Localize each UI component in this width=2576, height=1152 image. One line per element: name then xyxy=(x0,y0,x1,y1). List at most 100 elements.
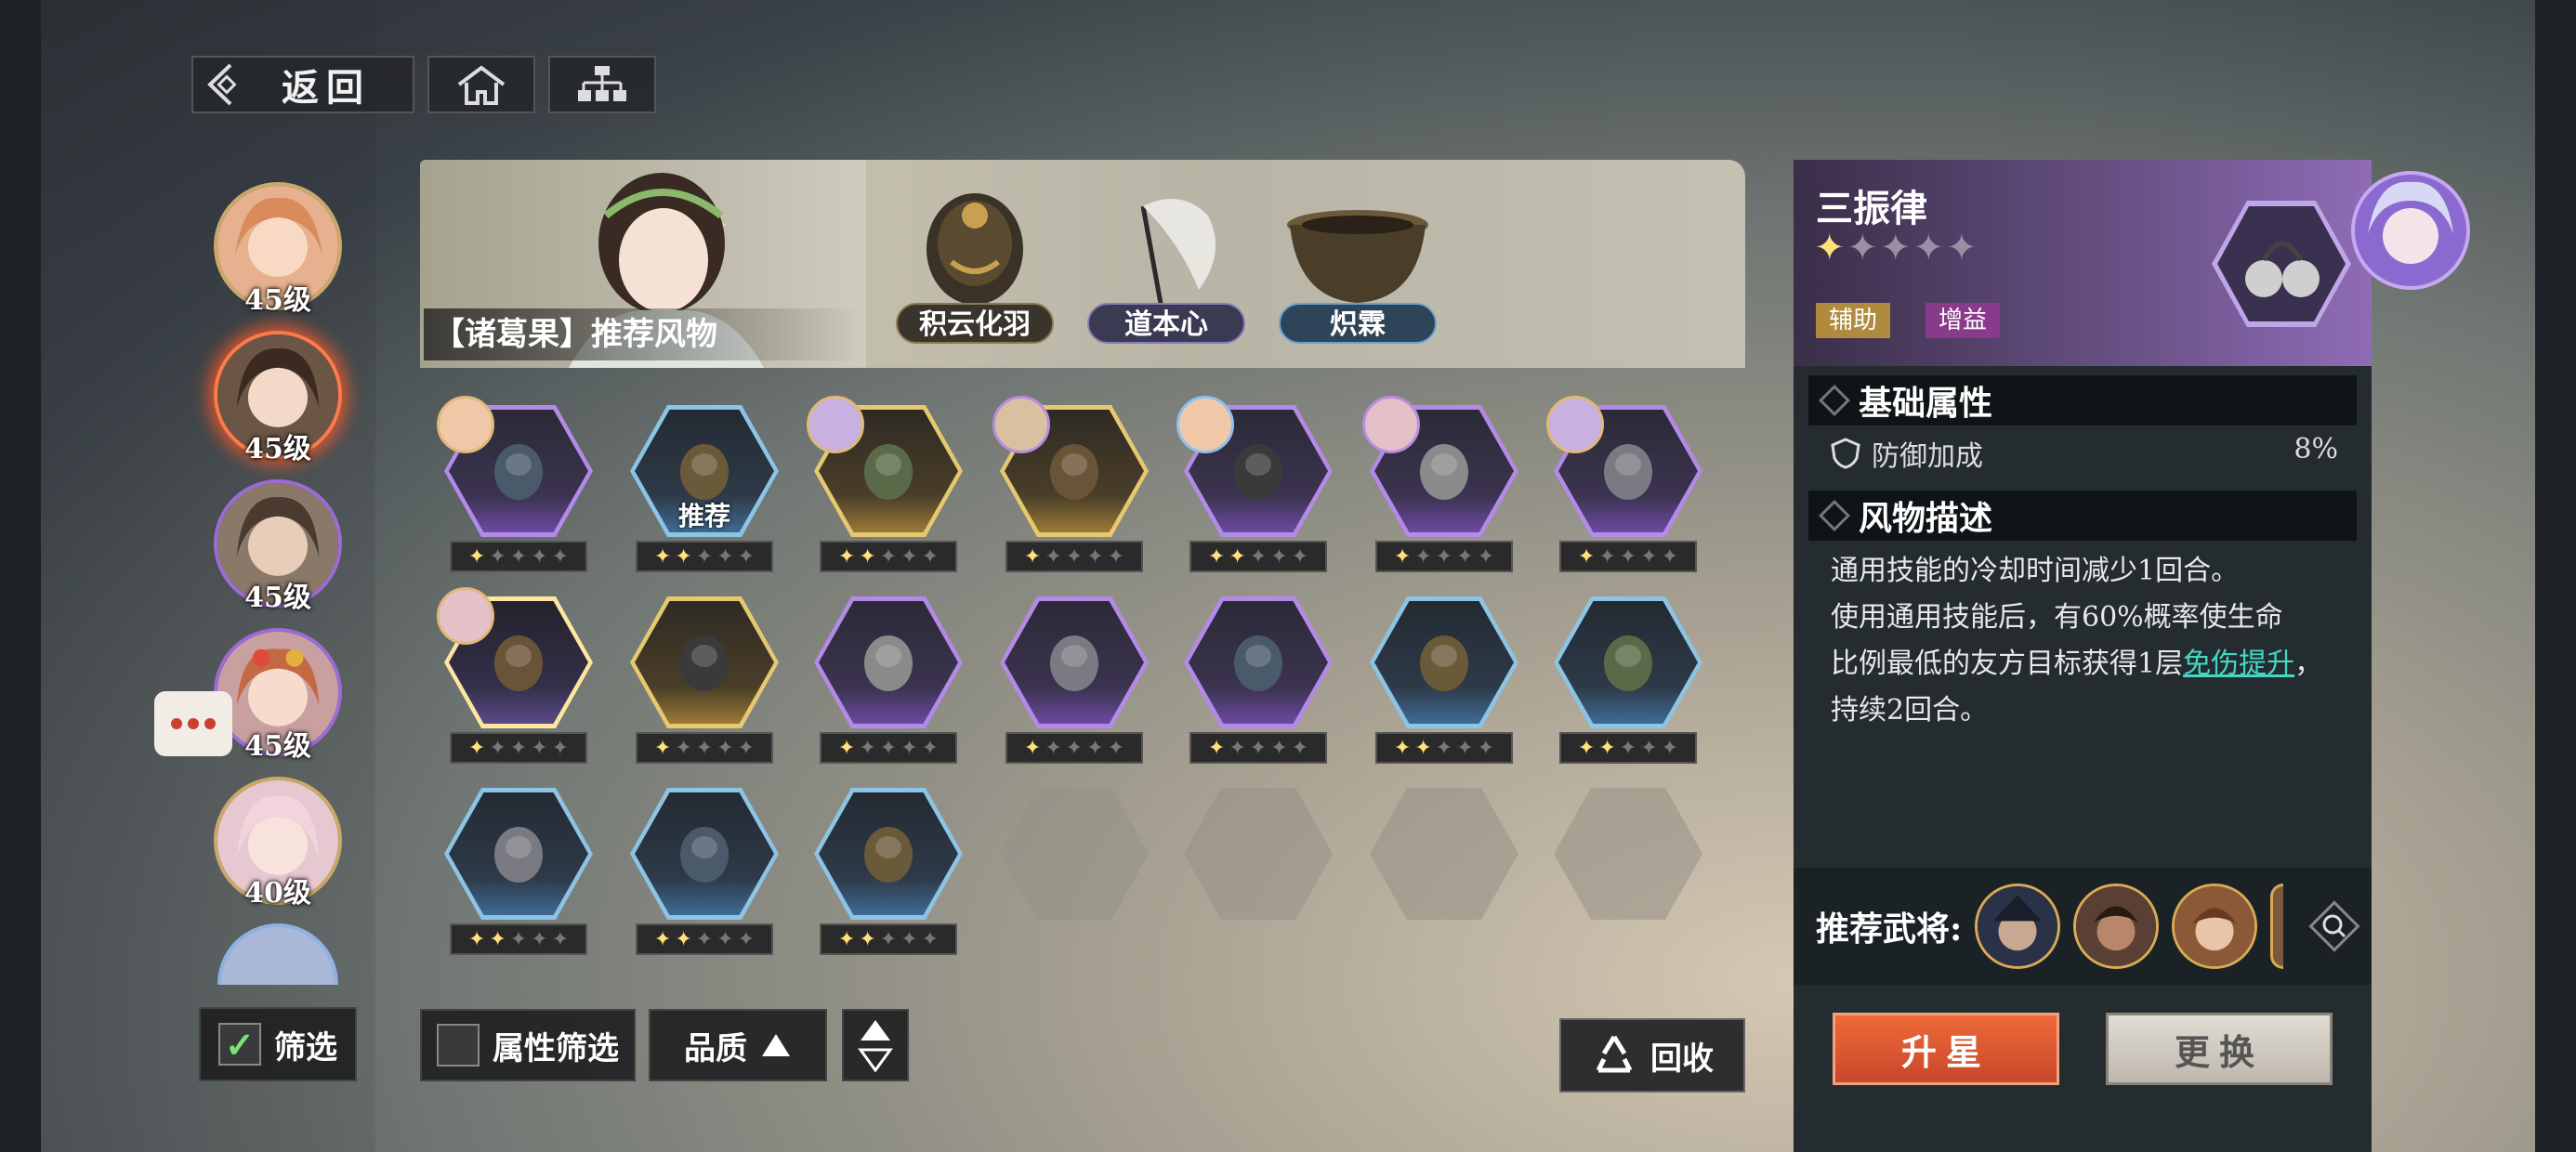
back-button[interactable]: 返回 xyxy=(191,56,414,113)
triangle-up-icon xyxy=(762,1034,790,1056)
desc-title: 风物描述 xyxy=(1859,499,1993,538)
desc-header: 风物描述 xyxy=(1808,491,2357,541)
relic-slot[interactable] xyxy=(630,788,779,920)
hierarchy-button[interactable] xyxy=(548,56,656,113)
relic-slot[interactable] xyxy=(630,596,779,728)
relic-slot[interactable] xyxy=(437,587,593,728)
relic-owner-avatar[interactable] xyxy=(2349,169,2472,292)
banner-item-1-name: 积云化羽 xyxy=(896,303,1054,344)
empty-relic-slot xyxy=(1184,788,1333,920)
relic-slot[interactable]: 推荐 xyxy=(630,405,779,537)
relic-star-rating: ✦ ✦ ✦ ✦ ✦ xyxy=(1005,541,1143,572)
detail-panel: 三振律 ✦✦✦✦✦ 辅助 增益 基础属性 防御加成 8% 风物描述 通用技能的冷… xyxy=(1794,160,2372,1152)
diamond-icon xyxy=(1819,385,1850,416)
general-level-2: 45级 xyxy=(244,433,311,465)
attribute-filter-checkbox[interactable] xyxy=(437,1024,480,1067)
detail-header: 三振律 ✦✦✦✦✦ 辅助 增益 xyxy=(1794,160,2372,366)
tag-buff: 增益 xyxy=(1925,303,2001,338)
home-button[interactable] xyxy=(427,56,535,113)
relic-item-icon xyxy=(1604,635,1652,691)
general-level-1: 45级 xyxy=(244,284,311,317)
relic-slot[interactable] xyxy=(1184,596,1333,728)
relic-star-rating: ✦ ✦ ✦ ✦ ✦ xyxy=(1189,732,1327,764)
relic-item-icon xyxy=(1420,635,1468,691)
equipped-general-badge xyxy=(807,396,864,453)
relic-hex-icon xyxy=(2212,201,2351,327)
relic-item-icon xyxy=(864,635,913,691)
relic-stars: ✦✦✦✦✦ xyxy=(1814,227,1979,269)
relic-slot[interactable] xyxy=(437,396,593,537)
filter-checkbox[interactable]: ✓ xyxy=(218,1023,261,1066)
relic-description: 通用技能的冷却时间减少1回合。 使用通用技能后，有60%概率使生命 比例最低的友… xyxy=(1831,548,2333,734)
recycle-button[interactable]: 回收 xyxy=(1559,1018,1745,1093)
equipped-general-badge xyxy=(437,396,494,453)
filter-label: 筛选 xyxy=(274,1028,337,1067)
attribute-filter-button[interactable]: 属性筛选 xyxy=(420,1009,636,1081)
banner-item-2[interactable]: 道本心 xyxy=(1078,178,1255,364)
relic-item-icon xyxy=(1604,444,1652,500)
empty-relic-slot xyxy=(1554,788,1702,920)
recycle-icon xyxy=(1596,1035,1633,1073)
banner-item-3-name: 炽霖 xyxy=(1279,303,1437,344)
general-level-5: 40级 xyxy=(244,877,311,910)
tag-support: 辅助 xyxy=(1816,303,1891,338)
back-label: 返回 xyxy=(282,66,371,110)
banner-item-3[interactable]: 炽霖 xyxy=(1269,178,1446,364)
upgrade-star-button[interactable]: 升星 xyxy=(1833,1013,2059,1085)
equipped-general-badge xyxy=(437,587,494,645)
sort-order-button[interactable] xyxy=(842,1009,909,1081)
relic-item-icon xyxy=(1050,635,1098,691)
shield-icon xyxy=(1831,438,1860,469)
relic-item-icon xyxy=(494,444,543,500)
relic-item-icon xyxy=(1234,444,1282,500)
rec-general-2[interactable] xyxy=(2073,884,2160,969)
replace-button[interactable]: 更换 xyxy=(2106,1013,2333,1085)
equipped-general-badge xyxy=(1176,396,1234,453)
relic-slot[interactable] xyxy=(814,788,963,920)
relic-name: 三振律 xyxy=(1816,187,1927,230)
quality-sort-button[interactable]: 品质 xyxy=(649,1009,827,1081)
relic-slot[interactable] xyxy=(1176,396,1333,537)
relic-item-icon xyxy=(494,827,543,883)
equipped-general-badge xyxy=(1546,396,1604,453)
filter-button[interactable]: ✓ 筛选 xyxy=(199,1007,357,1081)
relic-slot[interactable] xyxy=(1370,596,1518,728)
relic-slot[interactable] xyxy=(444,788,593,920)
home-icon xyxy=(457,65,506,105)
equipped-general-badge xyxy=(992,396,1050,453)
hierarchy-icon xyxy=(578,66,626,101)
relic-star-rating: ✦ ✦ ✦ ✦ ✦ xyxy=(636,732,773,764)
relic-star-rating: ✦ ✦ ✦ ✦ ✦ xyxy=(1559,732,1697,764)
rec-general-4-partial[interactable] xyxy=(2270,884,2284,969)
relic-slot[interactable] xyxy=(1546,396,1702,537)
empty-relic-slot xyxy=(1000,788,1149,920)
damage-reduction-link[interactable]: 免伤提升 xyxy=(2183,648,2294,680)
relic-slot[interactable] xyxy=(1362,396,1518,537)
recommended-label: 推荐 xyxy=(677,501,730,531)
relic-slot[interactable] xyxy=(807,396,963,537)
base-attr-title: 基础属性 xyxy=(1859,384,1993,423)
relic-slot[interactable] xyxy=(1000,596,1149,728)
relic-item-icon xyxy=(1420,444,1468,500)
relic-slot[interactable] xyxy=(992,396,1149,537)
relic-star-rating: ✦ ✦ ✦ ✦ ✦ xyxy=(450,732,587,764)
general-level-3: 45级 xyxy=(244,582,311,614)
back-arrow-icon xyxy=(207,63,237,106)
equipped-general-badge xyxy=(1362,396,1420,453)
relic-slot[interactable] xyxy=(1554,596,1702,728)
banner-item-1[interactable]: 积云化羽 xyxy=(887,178,1063,364)
relic-star-rating: ✦ ✦ ✦ ✦ ✦ xyxy=(450,541,587,572)
attribute-row: 防御加成 8% xyxy=(1831,433,2338,474)
chat-bubble-icon[interactable] xyxy=(154,691,232,756)
relic-star-rating: ✦ ✦ ✦ ✦ ✦ xyxy=(1375,732,1513,764)
relic-slot[interactable] xyxy=(814,596,963,728)
rec-general-1[interactable] xyxy=(1975,884,2061,969)
relic-star-rating: ✦ ✦ ✦ ✦ ✦ xyxy=(450,923,587,955)
rec-general-3[interactable] xyxy=(2172,884,2258,969)
relic-item-icon xyxy=(680,827,729,883)
relic-star-rating: ✦ ✦ ✦ ✦ ✦ xyxy=(636,541,773,572)
attribute-filter-label: 属性筛选 xyxy=(493,1029,619,1067)
magnify-icon[interactable] xyxy=(2307,899,2361,953)
recommended-generals: 推荐武将: xyxy=(1794,868,2372,985)
sort-arrows-icon xyxy=(858,1020,893,1072)
